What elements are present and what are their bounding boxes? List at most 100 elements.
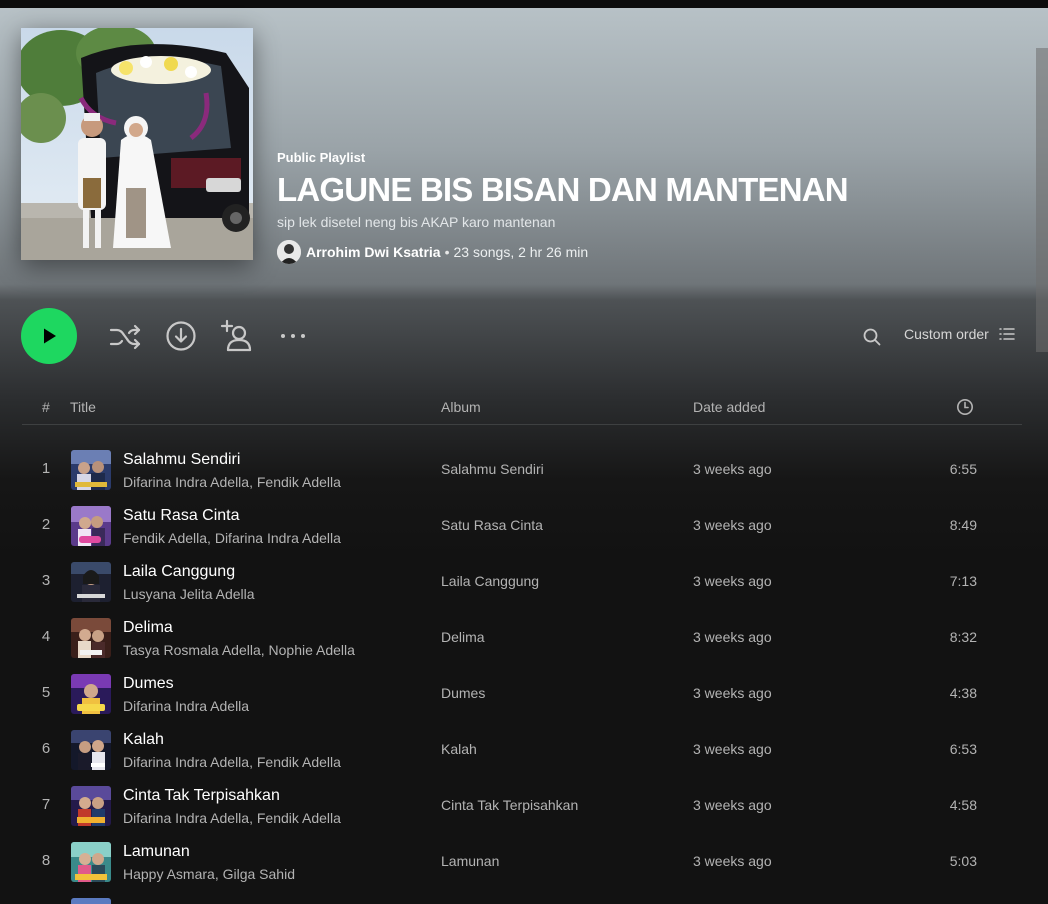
track-artwork [71,730,111,770]
track-duration: 6:53 [949,741,977,757]
playlist-page: Public Playlist LAGUNE BIS BISAN DAN MAN… [0,0,1048,904]
playlist-title: LAGUNE BIS BISAN DAN MANTENAN [277,171,849,208]
shuffle-button[interactable] [106,318,144,356]
track-artwork [71,562,111,602]
track-date-added: 3 weeks ago [693,741,772,757]
track-artists-link[interactable]: Difarina Indra Adella, Fendik Adella [123,474,341,490]
track-number: 8 [41,852,51,869]
add-user-icon [220,319,252,352]
track-title-link[interactable]: Cinta Tak Terpisahkan [123,787,280,805]
track-album-link[interactable]: Salahmu Sendiri [441,461,544,477]
track-row[interactable]: 5 Dumes Difarina Indra Adella Dumes 3 we… [22,666,1022,722]
track-row[interactable]: 3 Laila Canggung Lusyana Jelita Adella L… [22,554,1022,610]
owner-row: Arrohim Dwi Ksatria • 23 songs, 2 hr 26 … [277,240,988,264]
track-album-link[interactable]: Satu Rasa Cinta [441,517,543,533]
track-album-link[interactable]: Laila Canggung [441,573,539,589]
owner-avatar[interactable] [277,240,301,264]
search-in-playlist-button[interactable] [860,325,884,349]
track-album-link[interactable]: Kalah [441,741,477,757]
search-icon [863,328,881,346]
track-title-link[interactable]: Dumes [123,675,174,693]
track-artwork [71,786,111,826]
clock-icon [957,399,973,415]
more-icon [281,334,305,338]
track-artists-link[interactable]: Lusyana Jelita Adella [123,586,255,602]
track-artists-link[interactable]: Fendik Adella, Difarina Indra Adella [123,530,341,546]
track-number: 4 [41,628,51,645]
playlist-meta: Public Playlist LAGUNE BIS BISAN DAN MAN… [277,150,988,264]
meta-separator: • [444,244,450,260]
track-title-link[interactable]: Kalah [123,731,164,749]
track-row-partial[interactable] [22,890,1022,904]
track-album-link[interactable]: Delima [441,629,485,645]
track-row[interactable]: 4 Delima Tasya Rosmala Adella, Nophie Ad… [22,610,1022,666]
track-artists-link[interactable]: Difarina Indra Adella, Fendik Adella [123,754,341,770]
column-date-added[interactable]: Date added [693,399,765,415]
playlist-type-label: Public Playlist [277,150,366,165]
add-user-button[interactable] [218,317,256,355]
track-artists-link[interactable]: Difarina Indra Adella [123,698,249,714]
track-artwork [71,674,111,714]
track-row[interactable]: 2 Satu Rasa Cinta Fendik Adella, Difarin… [22,498,1022,554]
track-title-link[interactable]: Delima [123,619,173,637]
owner-name-link[interactable]: Arrohim Dwi Ksatria [306,244,441,260]
track-duration: 6:55 [949,461,977,477]
play-button[interactable] [21,308,77,364]
track-date-added: 3 weeks ago [693,853,772,869]
playlist-stats: 23 songs, 2 hr 26 min [453,244,589,260]
track-number: 5 [41,684,51,701]
track-artwork [71,618,111,658]
shuffle-icon [109,324,141,350]
track-number: 2 [41,516,51,533]
track-row[interactable]: 1 Salahmu Sendiri Difarina Indra Adella,… [22,442,1022,498]
track-date-added: 3 weeks ago [693,797,772,813]
track-artwork [71,450,111,490]
track-title-link[interactable]: Salahmu Sendiri [123,451,240,469]
track-title-link[interactable]: Laila Canggung [123,563,235,581]
playlist-description: sip lek disetel neng bis AKAP karo mante… [277,214,556,230]
track-number: 6 [41,740,51,757]
track-artists-link[interactable]: Tasya Rosmala Adella, Nophie Adella [123,642,355,658]
track-album-link[interactable]: Cinta Tak Terpisahkan [441,797,578,813]
top-edge [0,0,1048,8]
track-duration: 4:58 [949,797,977,813]
track-duration: 8:49 [949,517,977,533]
track-album-link[interactable]: Dumes [441,685,485,701]
column-title[interactable]: Title [70,399,96,415]
tracklist-header: # Title Album Date added [22,390,1022,425]
column-album[interactable]: Album [441,399,481,415]
column-duration[interactable] [956,398,974,419]
track-date-added: 3 weeks ago [693,629,772,645]
sort-order-button[interactable]: Custom order [904,326,1015,342]
track-duration: 7:13 [949,573,977,589]
track-row[interactable]: 8 Lamunan Happy Asmara, Gilga Sahid Lamu… [22,834,1022,890]
track-row[interactable]: 6 Kalah Difarina Indra Adella, Fendik Ad… [22,722,1022,778]
track-date-added: 3 weeks ago [693,573,772,589]
scrollbar[interactable] [1036,48,1048,352]
track-date-added: 3 weeks ago [693,517,772,533]
playlist-cover-image[interactable] [21,28,253,260]
track-date-added: 3 weeks ago [693,685,772,701]
download-icon [166,321,196,351]
track-artists-link[interactable]: Difarina Indra Adella, Fendik Adella [123,810,341,826]
track-artwork [71,898,111,904]
track-album-link[interactable]: Lamunan [441,853,499,869]
track-number: 7 [41,796,51,813]
track-duration: 8:32 [949,629,977,645]
track-duration: 4:38 [949,685,977,701]
track-artists-link[interactable]: Happy Asmara, Gilga Sahid [123,866,295,882]
track-date-added: 3 weeks ago [693,461,772,477]
track-row[interactable]: 7 Cinta Tak Terpisahkan Difarina Indra A… [22,778,1022,834]
track-duration: 5:03 [949,853,977,869]
track-number: 3 [41,572,51,589]
track-title-link[interactable]: Lamunan [123,843,190,861]
play-icon [44,328,56,344]
track-title-link[interactable]: Satu Rasa Cinta [123,507,240,525]
track-artwork [71,842,111,882]
track-artwork [71,506,111,546]
sort-order-label: Custom order [904,326,989,342]
track-number: 1 [41,460,51,477]
more-options-button[interactable] [278,324,308,348]
tracklist: 1 Salahmu Sendiri Difarina Indra Adella,… [22,442,1022,904]
download-button[interactable] [163,318,199,354]
